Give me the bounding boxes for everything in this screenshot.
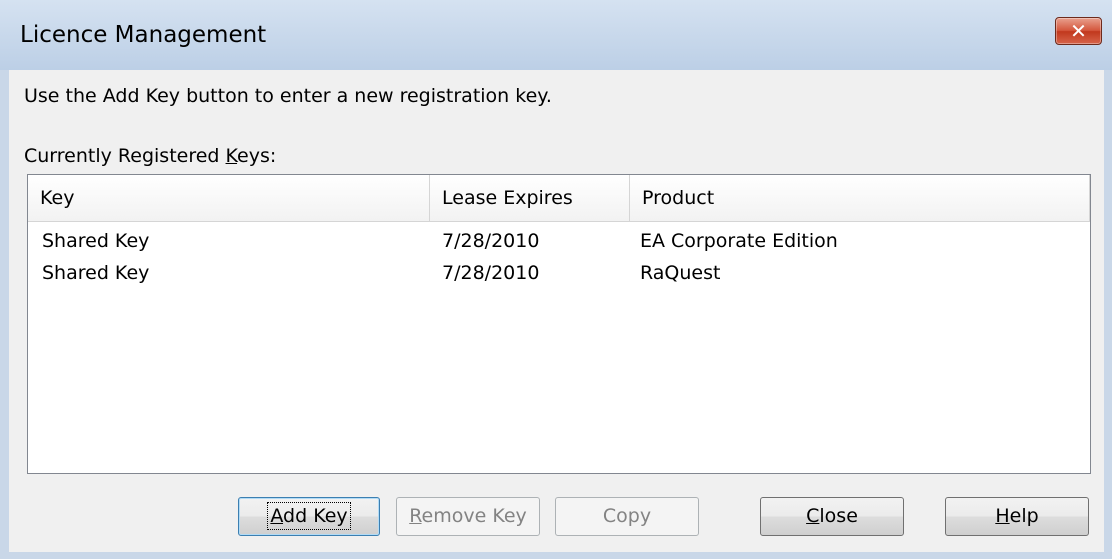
add-key-label-rest: dd Key: [283, 505, 348, 527]
label-mnemonic: K: [225, 145, 238, 167]
licence-management-dialog: Licence Management ✕ Use the Add Key but…: [0, 0, 1112, 559]
close-button[interactable]: Close: [760, 497, 904, 536]
cell-product: EA Corporate Edition: [640, 230, 838, 252]
registered-keys-label: Currently Registered Keys:: [24, 145, 276, 167]
window-title: Licence Management: [20, 22, 267, 48]
remove-key-label-rest: emove Key: [421, 505, 527, 527]
cell-key: Shared Key: [42, 262, 150, 284]
cell-product: RaQuest: [640, 262, 721, 284]
table-row[interactable]: Shared Key 7/28/2010 EA Corporate Editio…: [28, 225, 1090, 257]
label-text-before: Currently Registered: [24, 145, 226, 167]
help-label-rest: elp: [1009, 505, 1039, 527]
close-icon: ✕: [1070, 19, 1087, 43]
label-text-after: eys:: [237, 145, 277, 167]
dialog-body: Use the Add Key button to enter a new re…: [9, 70, 1104, 552]
close-label-rest: lose: [819, 505, 858, 527]
help-button[interactable]: Help: [945, 497, 1089, 536]
add-key-mnemonic: A: [270, 505, 284, 527]
title-bar[interactable]: Licence Management ✕: [0, 0, 1112, 70]
cell-lease-expires: 7/28/2010: [442, 262, 540, 284]
registered-keys-list[interactable]: Key Lease Expires Product Shared Key 7/2…: [27, 174, 1091, 474]
copy-button[interactable]: Copy: [555, 497, 699, 536]
column-header-product[interactable]: Product: [630, 175, 1090, 221]
close-window-button[interactable]: ✕: [1055, 17, 1102, 45]
column-header-lease-expires[interactable]: Lease Expires: [430, 175, 630, 221]
instruction-text: Use the Add Key button to enter a new re…: [24, 85, 552, 107]
list-header: Key Lease Expires Product: [28, 175, 1090, 222]
cell-lease-expires: 7/28/2010: [442, 230, 540, 252]
remove-key-button[interactable]: Remove Key: [396, 497, 540, 536]
cell-key: Shared Key: [42, 230, 150, 252]
add-key-label: Add Key: [267, 502, 351, 530]
column-header-key[interactable]: Key: [28, 175, 430, 221]
close-mnemonic: C: [806, 505, 820, 527]
table-row[interactable]: Shared Key 7/28/2010 RaQuest: [28, 257, 1090, 289]
remove-key-mnemonic: R: [409, 505, 422, 527]
help-mnemonic: H: [995, 505, 1010, 527]
add-key-button[interactable]: Add Key: [238, 497, 380, 536]
